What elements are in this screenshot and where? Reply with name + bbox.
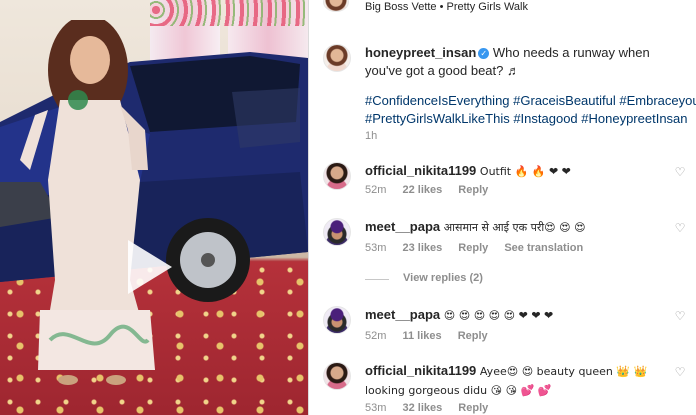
heart-outline-icon[interactable]: ♡ <box>674 166 686 178</box>
view-replies-button[interactable]: View replies (2) <box>403 272 483 284</box>
likes-count[interactable]: 22 likes <box>402 184 442 196</box>
decor-flowers <box>150 0 308 26</box>
comment-time: 53m <box>365 402 387 414</box>
reply-button[interactable]: Reply <box>458 402 488 414</box>
avatar[interactable] <box>323 306 351 334</box>
likes-count[interactable]: 23 likes <box>402 242 442 254</box>
avatar[interactable] <box>323 362 351 390</box>
comment-item: meet__papa आसमान से आई एक परी😍 😍 😍 53m 2… <box>323 218 696 258</box>
avatar[interactable] <box>323 0 349 12</box>
audio-label[interactable]: Big Boss Vette • Pretty Girls Walk <box>365 0 688 16</box>
username[interactable]: honeypreet_insan <box>365 45 476 60</box>
reply-button[interactable]: Reply <box>458 330 488 342</box>
comment-body: Outfit 🔥 🔥 ❤ ❤ <box>479 165 571 178</box>
likes-count[interactable]: 11 likes <box>402 330 441 342</box>
comment-item: meet__papa 😍 😍 😍 😍 😍 ❤ ❤ ❤ 52m 11 likes … <box>323 306 696 346</box>
username[interactable]: meet__papa <box>365 307 440 322</box>
comment-text: official_nikita1199 Outfit 🔥 🔥 ❤ ❤ <box>365 162 688 181</box>
comment-meta: 53m 23 likes Reply See translation <box>365 242 596 254</box>
username[interactable]: official_nikita1199 <box>365 163 476 178</box>
heart-outline-icon[interactable]: ♡ <box>674 310 686 322</box>
replies-divider <box>365 279 389 280</box>
comment-item: official_nikita1199 Outfit 🔥 🔥 ❤ ❤ 52m 2… <box>323 162 696 202</box>
likes-count[interactable]: 32 likes <box>402 402 442 414</box>
see-translation-button[interactable]: See translation <box>504 242 583 254</box>
verified-badge-icon: ✓ <box>478 48 490 59</box>
comment-text: meet__papa 😍 😍 😍 😍 😍 ❤ ❤ ❤ <box>365 306 688 325</box>
caption-time: 1h <box>365 130 378 142</box>
person-image <box>20 20 155 385</box>
comments-panel: Big Boss Vette • Pretty Girls Walk honey… <box>309 0 696 415</box>
avatar[interactable] <box>323 44 351 72</box>
heart-outline-icon[interactable]: ♡ <box>674 366 686 378</box>
avatar[interactable] <box>323 162 351 190</box>
comment-time: 52m <box>365 184 387 196</box>
heart-outline-icon[interactable]: ♡ <box>674 222 686 234</box>
caption-hashtags[interactable]: #ConfidenceIsEverything #GraceisBeautifu… <box>365 92 696 110</box>
comment-meta: 53m 32 likes Reply <box>365 402 501 414</box>
reply-button[interactable]: Reply <box>458 242 488 254</box>
username[interactable]: meet__papa <box>365 219 440 234</box>
comment-text: official_nikita1199 Ayee😍 😍 beauty queen… <box>365 362 656 400</box>
comment-meta: 52m 11 likes Reply <box>365 330 501 342</box>
comment-time: 53m <box>365 242 387 254</box>
caption-text: honeypreet_insan ✓ Who needs a runway whe… <box>365 44 688 80</box>
caption-hashtags[interactable]: #PrettyGirlsWalkLikeThis #Instagood #Hon… <box>365 110 688 128</box>
play-icon[interactable] <box>128 240 172 294</box>
comment-meta: 52m 22 likes Reply <box>365 184 501 196</box>
comment-item: official_nikita1199 Ayee😍 😍 beauty queen… <box>323 362 696 414</box>
caption: honeypreet_insan ✓ Who needs a runway whe… <box>323 44 696 144</box>
comment-time: 52m <box>365 330 387 342</box>
post-video[interactable] <box>0 0 308 415</box>
comment-body: 😍 😍 😍 😍 😍 ❤ ❤ ❤ <box>443 309 554 322</box>
username[interactable]: official_nikita1199 <box>365 363 476 378</box>
avatar[interactable] <box>323 218 351 246</box>
post-header: Big Boss Vette • Pretty Girls Walk <box>323 0 696 16</box>
reply-button[interactable]: Reply <box>458 184 488 196</box>
comment-text: meet__papa आसमान से आई एक परी😍 😍 😍 <box>365 218 688 237</box>
comment-body: आसमान से आई एक परी😍 😍 😍 <box>443 221 586 234</box>
